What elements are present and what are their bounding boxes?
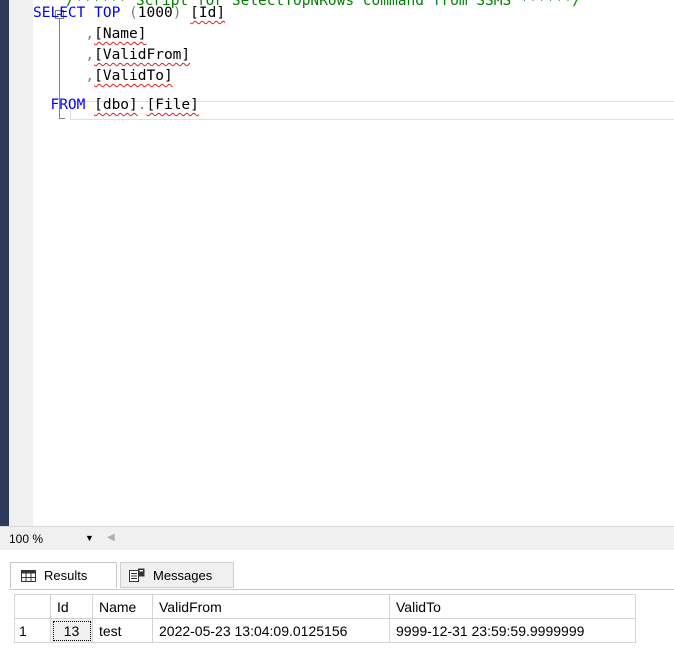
results-grid: Id Name ValidFrom ValidTo 1 13 test 2022… xyxy=(14,594,636,643)
window-edge xyxy=(0,0,9,530)
row-number[interactable]: 1 xyxy=(14,618,51,643)
chevron-down-icon[interactable]: ▼ xyxy=(85,533,94,543)
cell-validto[interactable]: 9999-12-31 23:59:59.9999999 xyxy=(389,618,636,643)
code-line: FROM [dbo].[File] xyxy=(33,95,199,115)
zoom-level-select[interactable]: 100 % xyxy=(9,532,43,546)
code-token: [ValidTo] xyxy=(94,68,173,84)
code-token: , xyxy=(33,26,95,42)
results-tab-strip: Results Messages xyxy=(9,550,674,590)
code-token: ( xyxy=(129,5,138,21)
messages-icon xyxy=(129,568,145,582)
code-token: , xyxy=(33,47,95,63)
tab-results[interactable]: Results xyxy=(10,562,117,588)
code-token: [ValidFrom] xyxy=(94,47,191,63)
query-editor[interactable]: /****** Script for SelectTopNRows comman… xyxy=(33,0,674,526)
code-token: SELECT xyxy=(33,5,86,21)
cell-validfrom[interactable]: 2022-05-23 13:04:09.0125156 xyxy=(152,618,390,643)
code-token: TOP xyxy=(85,5,130,21)
table-row: 1 13 test 2022-05-23 13:04:09.0125156 99… xyxy=(14,618,636,643)
code-token: , xyxy=(33,68,95,84)
code-line: ,[ValidTo] xyxy=(33,66,173,86)
tab-messages[interactable]: Messages xyxy=(120,562,234,588)
code-token: [Name] xyxy=(94,26,147,42)
column-header-validto[interactable]: ValidTo xyxy=(389,594,636,619)
code-line: SELECT TOP (1000) [Id] xyxy=(33,3,225,23)
code-token: [File] xyxy=(146,97,199,113)
code-token: 1000 xyxy=(137,5,173,21)
column-header-validfrom[interactable]: ValidFrom xyxy=(152,594,390,619)
code-token: FROM xyxy=(33,97,95,113)
code-line: ,[Name] xyxy=(33,24,147,44)
code-token: ) xyxy=(172,5,191,21)
zoom-bar: 100 % ▼ ◀ xyxy=(0,526,674,550)
fold-guide-end xyxy=(59,118,65,119)
code-token: [dbo] xyxy=(94,97,138,113)
cell-id[interactable]: 13 xyxy=(50,618,93,643)
code-token: . xyxy=(137,97,147,113)
code-token: [Id] xyxy=(190,5,226,21)
grid-icon xyxy=(21,569,36,582)
results-grid-area: Id Name ValidFrom ValidTo 1 13 test 2022… xyxy=(9,589,674,664)
grid-header-row: Id Name ValidFrom ValidTo xyxy=(14,594,636,619)
scroll-left-icon[interactable]: ◀ xyxy=(107,532,115,543)
column-header-id[interactable]: Id xyxy=(50,594,93,619)
column-header-name[interactable]: Name xyxy=(92,594,153,619)
code-line: ,[ValidFrom] xyxy=(33,45,190,65)
tab-messages-label: Messages xyxy=(153,567,213,583)
editor-gutter xyxy=(9,0,33,526)
grid-corner-cell[interactable] xyxy=(14,594,51,619)
tab-results-label: Results xyxy=(44,568,88,583)
cell-name[interactable]: test xyxy=(92,618,153,643)
